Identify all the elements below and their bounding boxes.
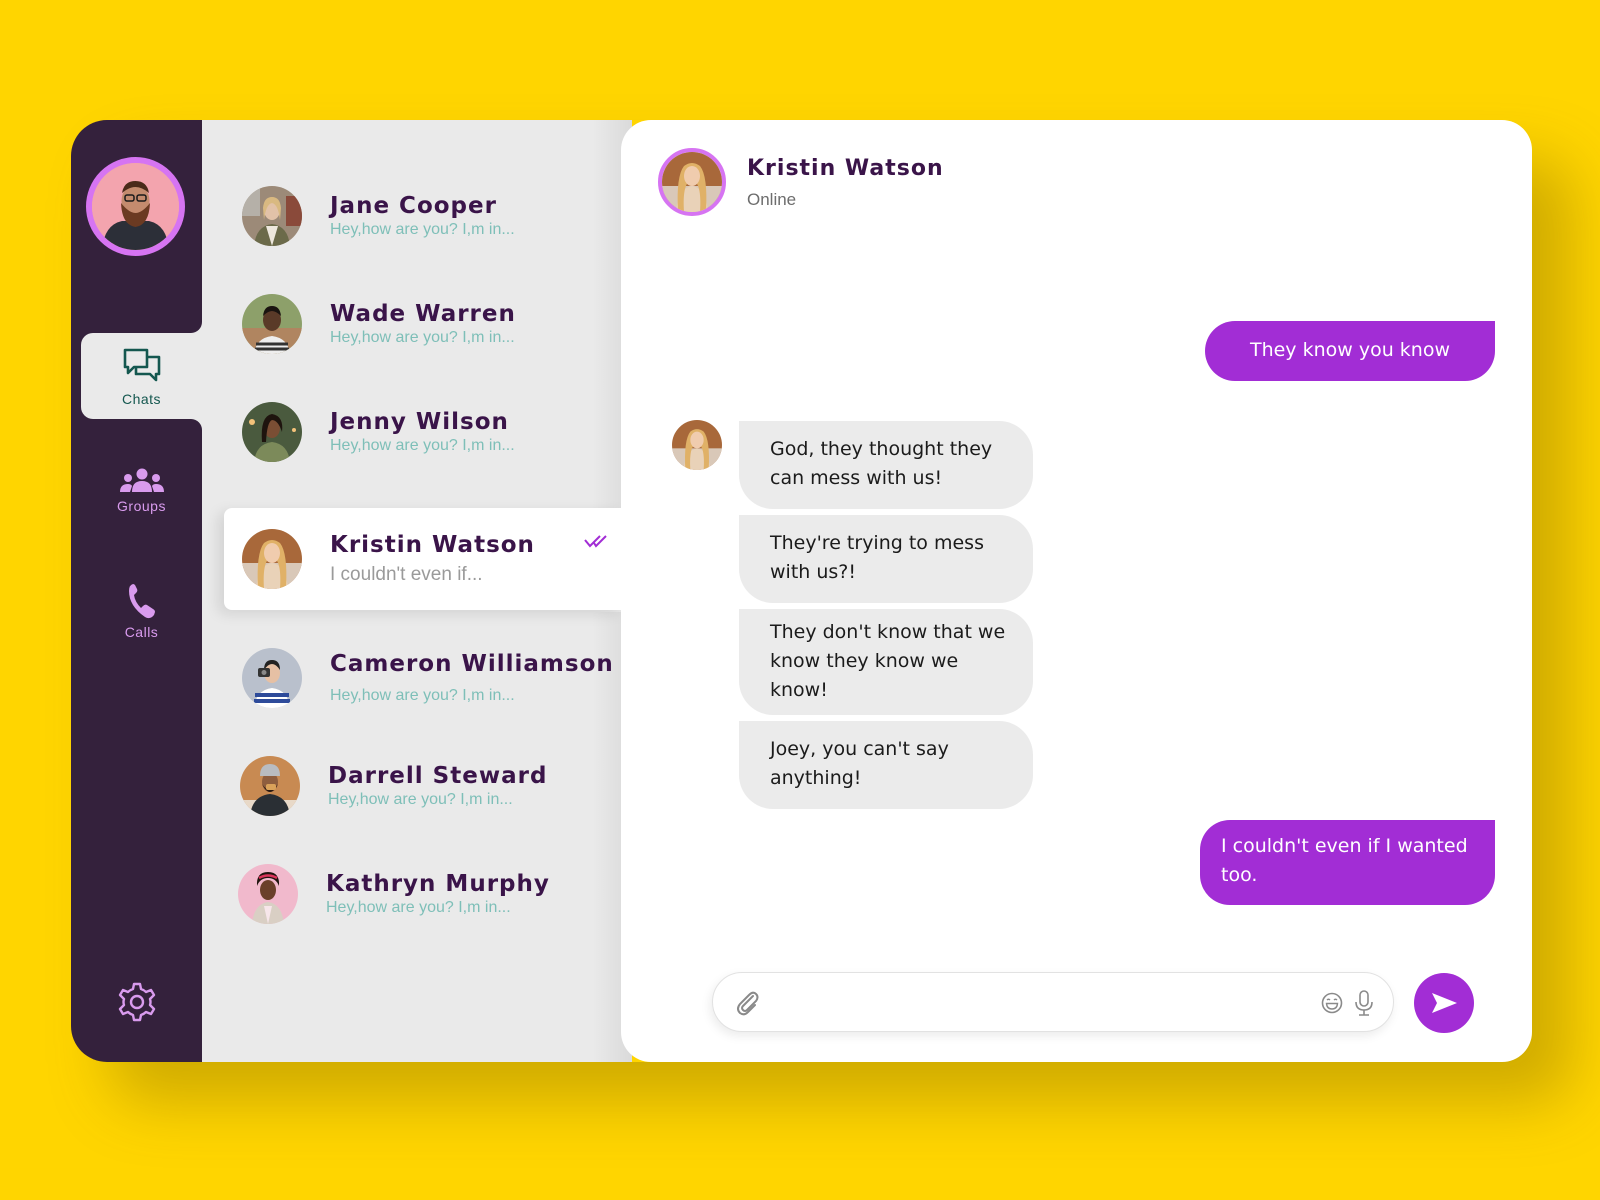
paperclip-icon — [737, 991, 759, 1016]
message-preview: Hey,how are you? I,m in... — [330, 437, 515, 454]
chat-list-item[interactable]: Darrell Steward Hey,how are you? I,m in.… — [202, 736, 632, 836]
message-bubble-received: God, they thought they can mess with us! — [739, 421, 1033, 509]
nav-groups[interactable]: Groups — [81, 468, 202, 514]
double-check-icon — [584, 535, 607, 548]
contact-avatar — [240, 756, 300, 816]
emoji-icon — [1321, 992, 1343, 1014]
message-bubble-received: Joey, you can't say anything! — [739, 721, 1033, 809]
voice-button[interactable] — [1354, 989, 1374, 1022]
emoji-button[interactable] — [1321, 992, 1343, 1019]
message-input[interactable] — [775, 983, 1295, 1023]
sidebar: Chats Groups Calls — [71, 120, 202, 1062]
contact-avatar — [242, 294, 302, 354]
nav-active-corner-bottom — [191, 419, 202, 432]
contact-name: Darrell Steward — [328, 763, 548, 789]
messenger-app-window: Chats Groups Calls Jane Cooper Hey,how a… — [71, 120, 1532, 1062]
attach-button[interactable] — [735, 990, 761, 1021]
contact-avatar — [242, 186, 302, 246]
contact-header-avatar[interactable] — [658, 148, 726, 216]
chat-list-item-selected[interactable]: Kristin Watson I couldn't even if... — [224, 508, 624, 610]
nav-chats-label: Chats — [121, 391, 162, 407]
send-icon — [1432, 993, 1457, 1013]
message-preview: Hey,how are you? I,m in... — [330, 687, 515, 704]
send-button[interactable] — [1414, 973, 1474, 1033]
conversation-contact-name: Kristin Watson — [747, 156, 944, 181]
message-preview: Hey,how are you? I,m in... — [328, 791, 513, 808]
chat-list: Jane Cooper Hey,how are you? I,m in... W… — [202, 120, 632, 1062]
message-preview: Hey,how are you? I,m in... — [330, 221, 515, 238]
nav-groups-label: Groups — [117, 498, 166, 514]
message-bubble-sent: They know you know — [1204, 321, 1495, 381]
contact-name: Wade Warren — [330, 301, 516, 327]
nav-active-corner-top — [191, 320, 202, 333]
contact-avatar — [242, 648, 302, 708]
nav-chats[interactable]: Chats — [81, 333, 202, 419]
message-bubble-sent: I couldn't even if I wanted too. — [1200, 820, 1495, 905]
message-bubble-received: They're trying to mess with us?! — [739, 515, 1033, 603]
contact-avatar — [242, 529, 302, 589]
message-preview: Hey,how are you? I,m in... — [326, 899, 511, 916]
contact-avatar — [238, 864, 298, 924]
chat-list-item[interactable]: Jane Cooper Hey,how are you? I,m in... — [202, 166, 632, 266]
chat-list-item[interactable]: Jenny Wilson Hey,how are you? I,m in... — [202, 382, 632, 482]
presence-status: Online — [747, 190, 797, 209]
contact-name: Jenny Wilson — [330, 409, 509, 435]
current-user-avatar[interactable] — [86, 157, 185, 256]
contact-avatar — [242, 402, 302, 462]
chat-list-item[interactable]: Cameron Williamson Hey,how are you? I,m … — [202, 628, 632, 728]
message-preview: I couldn't even if... — [330, 564, 483, 585]
conversation-panel: Kristin Watson Online They know you know… — [621, 120, 1532, 1062]
gear-icon — [118, 982, 156, 1022]
nav-calls-label: Calls — [124, 624, 159, 640]
chat-bubbles-icon — [123, 348, 160, 382]
contact-name: Kristin Watson — [330, 532, 535, 558]
microphone-icon — [1355, 990, 1373, 1016]
contact-name: Kathryn Murphy — [326, 871, 550, 897]
settings-button[interactable] — [115, 980, 159, 1024]
message-bubble-received: They don't know that we know they know w… — [739, 609, 1033, 715]
message-sender-avatar — [672, 420, 722, 470]
phone-icon — [128, 584, 155, 619]
group-icon — [119, 468, 164, 492]
message-preview: Hey,how are you? I,m in... — [330, 329, 515, 346]
chat-list-item[interactable]: Wade Warren Hey,how are you? I,m in... — [202, 274, 632, 374]
chat-list-item[interactable]: Kathryn Murphy Hey,how are you? I,m in..… — [202, 844, 632, 944]
contact-name: Jane Cooper — [330, 193, 497, 219]
message-composer — [712, 972, 1394, 1032]
contact-name: Cameron Williamson — [330, 651, 614, 677]
nav-calls[interactable]: Calls — [81, 582, 202, 640]
